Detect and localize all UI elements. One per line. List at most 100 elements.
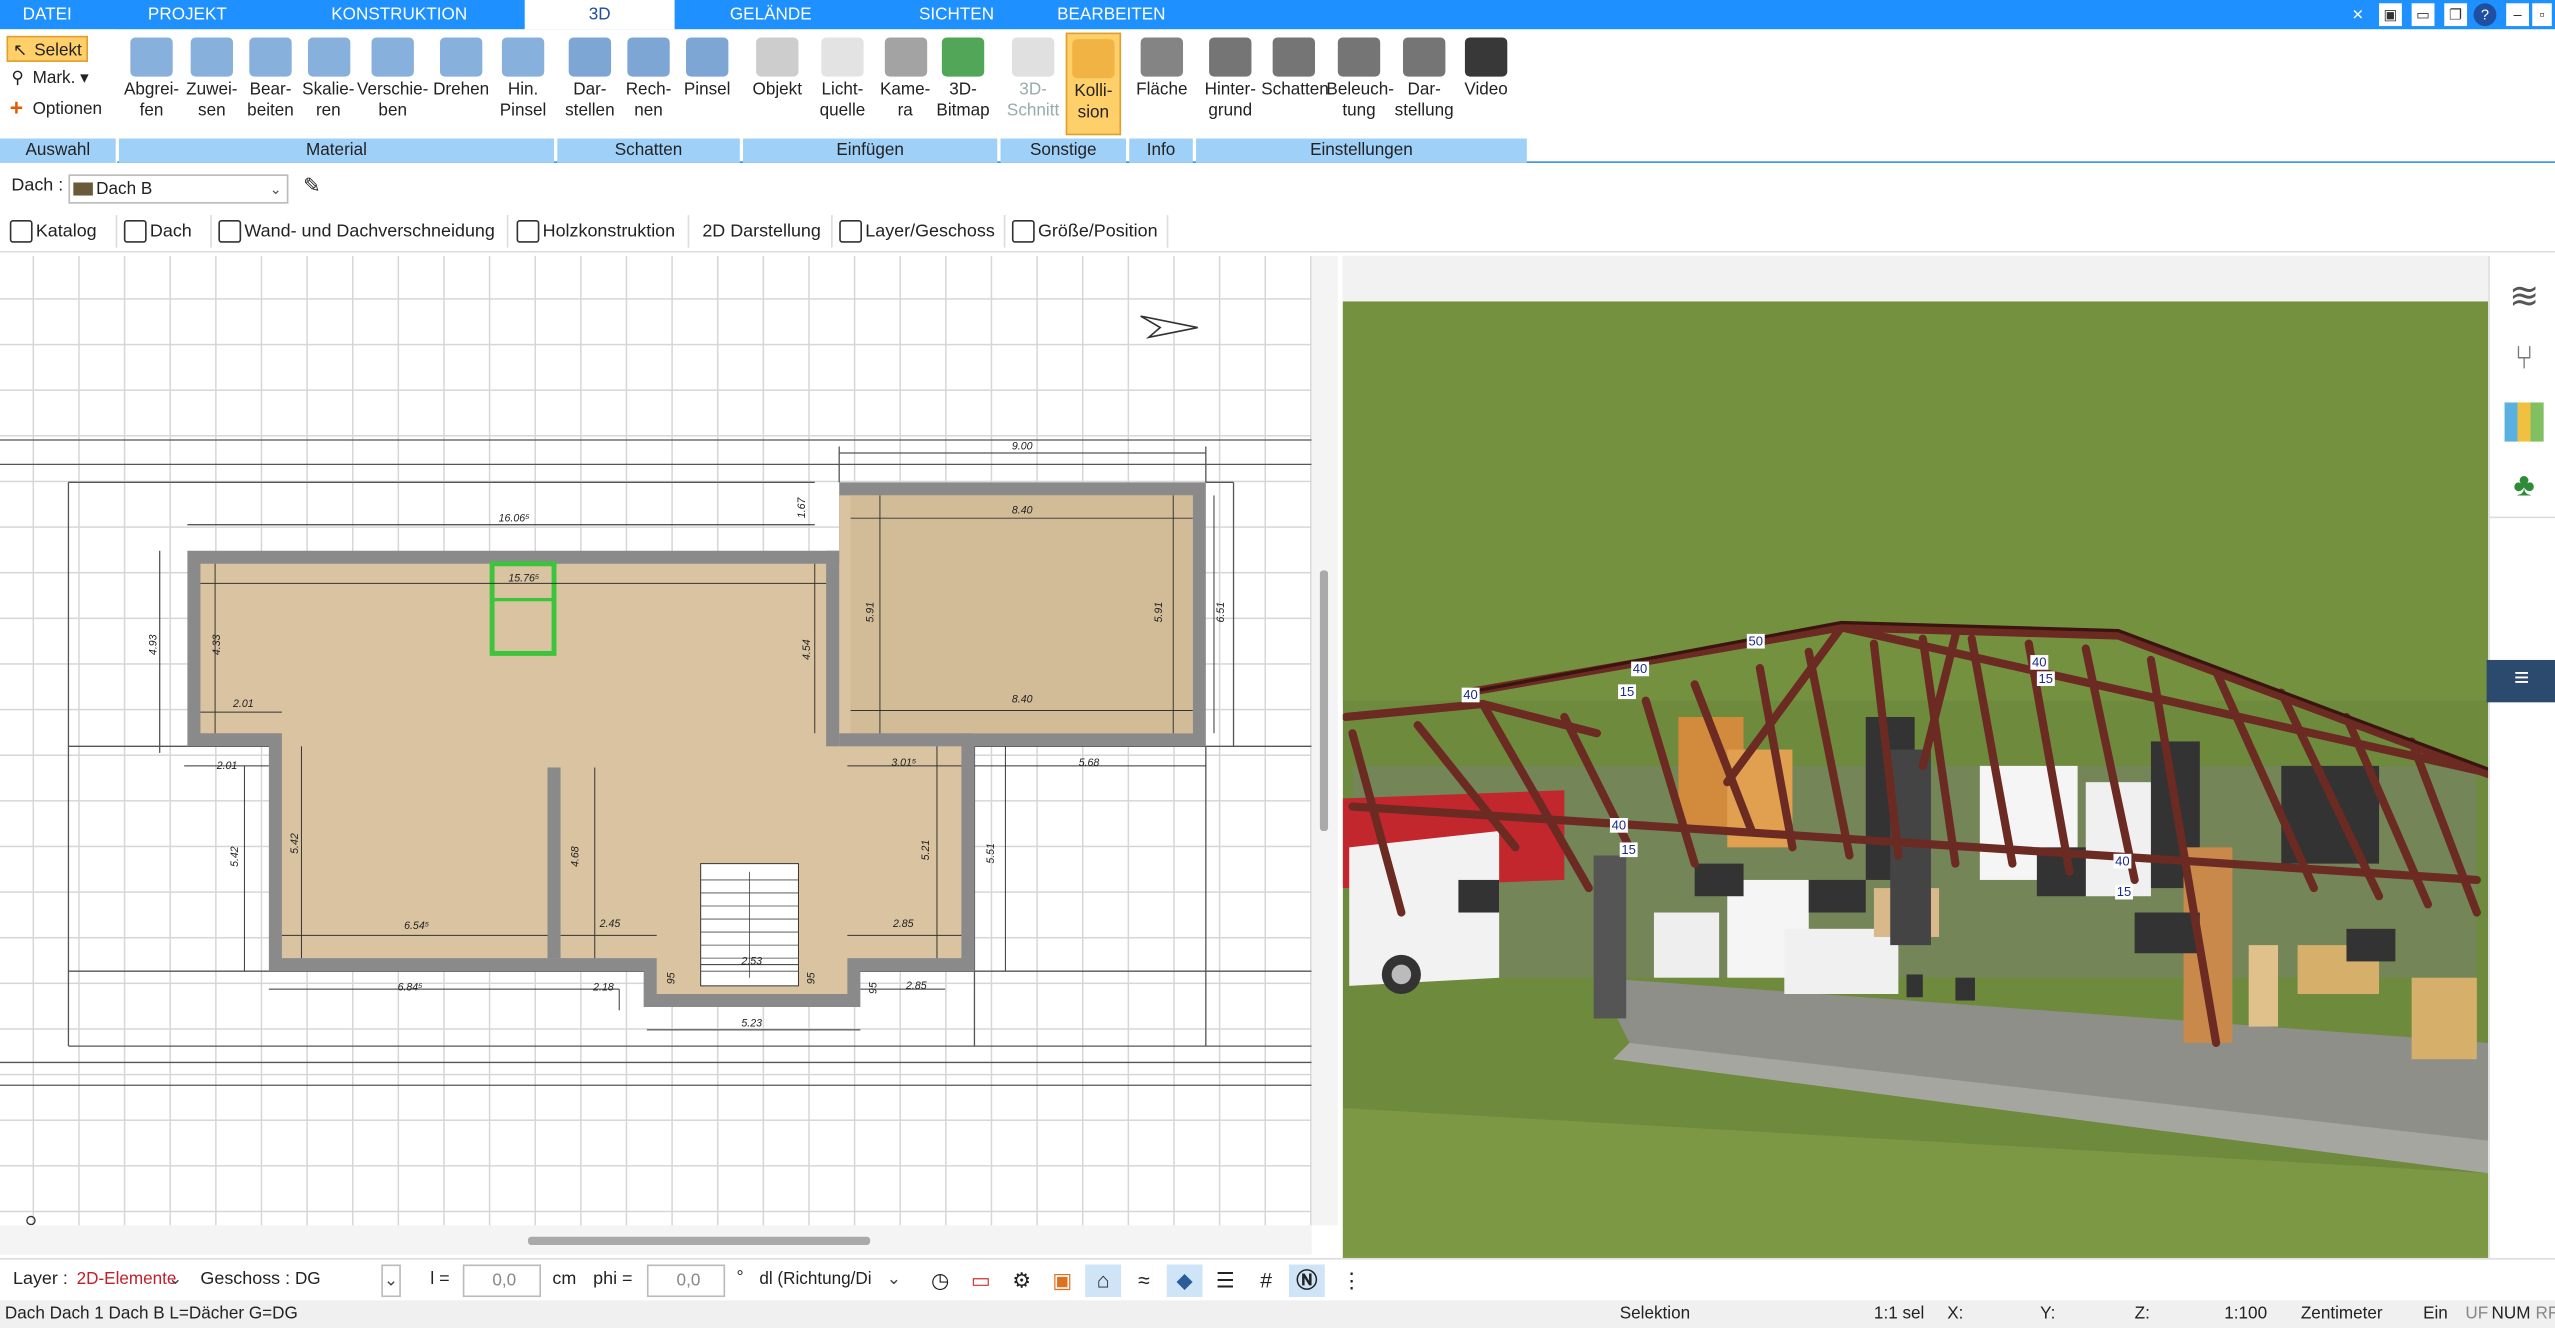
einstellungen-button-0[interactable]: Hinter- grund xyxy=(1199,33,1261,136)
3d-dimension-label: 15 xyxy=(1618,684,1636,700)
window-icon[interactable]: ▭ xyxy=(2411,3,2435,27)
monitor-icon[interactable]: ▭ xyxy=(963,1264,999,1297)
sonstige-button-1[interactable]: Kolli- sion xyxy=(1065,32,1122,136)
material-button-4[interactable]: Verschie- ben xyxy=(357,33,429,136)
material-6-icon xyxy=(501,37,545,77)
hscroll-thumb[interactable] xyxy=(527,1236,871,1245)
layer-view-icon[interactable]: ◆ xyxy=(1166,1264,1203,1298)
info-button-0[interactable]: Fläche xyxy=(1133,33,1192,136)
3d-scene-svg xyxy=(1342,255,2489,1258)
group-label-einfuegen: Einfügen xyxy=(743,138,998,163)
schatten-button-2[interactable]: Pinsel xyxy=(678,33,737,136)
einstellungen-button-3[interactable]: Dar- stellung xyxy=(1392,33,1457,136)
material-button-1[interactable]: Zuwei- sen xyxy=(183,33,242,136)
toolbar-katalog-button[interactable]: Katalog xyxy=(7,215,118,248)
material-button-0[interactable]: Abgrei- fen xyxy=(122,33,181,136)
tab-sichten[interactable]: SICHTEN xyxy=(888,0,1025,29)
plan-vertical-scrollbar[interactable] xyxy=(1311,255,1338,1226)
tab-bearbeiten[interactable]: BEARBEITEN xyxy=(1043,0,1180,29)
layer-select-value: 2D-Elemente xyxy=(76,1269,177,1289)
tab-projekt[interactable]: PROJEKT xyxy=(114,0,261,29)
material-label-2: Bear- beiten xyxy=(247,79,294,121)
l-input[interactable]: 0,0 xyxy=(462,1264,541,1298)
save-icon[interactable]: ▣ xyxy=(2379,3,2402,27)
material-label-1: Zuwei- sen xyxy=(186,79,238,121)
print-icon[interactable]: ▣ xyxy=(1045,1264,1081,1297)
pencil-icon[interactable]: ✎ xyxy=(303,173,321,199)
roof-view-icon[interactable]: ⌂ xyxy=(1085,1264,1122,1298)
restore-button[interactable]: ▫ xyxy=(2532,3,2552,27)
chevron-down-icon: ⌄ xyxy=(269,180,282,198)
einfuegen-button-1[interactable]: Licht- quelle xyxy=(811,33,873,136)
selekt-label: Selekt xyxy=(34,40,82,61)
wall-view-icon[interactable]: ≈ xyxy=(1126,1264,1162,1297)
sonstige-button-0[interactable]: 3D- Schnitt xyxy=(1004,33,1063,136)
einfuegen-label-2: Kame- ra xyxy=(879,79,931,121)
plan-horizontal-scrollbar[interactable] xyxy=(0,1225,1312,1255)
materials-icon[interactable] xyxy=(2504,402,2544,442)
material-0-icon xyxy=(130,37,173,77)
sonstige-label-0: 3D- Schnitt xyxy=(1006,79,1060,121)
status-x: X: xyxy=(1947,1303,1964,1324)
mark-button[interactable]: ⚲ Mark. ▾ xyxy=(7,65,89,91)
toolbar-dach-button[interactable]: Dach xyxy=(121,215,212,248)
toolbar-wand-dachverschneidung-button[interactable]: Wand- und Dachverschneidung xyxy=(215,215,509,248)
hatch-icon[interactable]: ☰ xyxy=(1207,1264,1243,1297)
geschoss-select-value: DG xyxy=(294,1269,321,1289)
hamburger-menu-icon[interactable]: ≡ xyxy=(2486,659,2555,703)
3d-dimension-label: 40 xyxy=(2030,655,2049,670)
group-info: Fläche Info xyxy=(1129,29,1194,163)
einfuegen-1-icon xyxy=(821,37,864,77)
copy-icon[interactable]: ❐ xyxy=(2444,3,2468,27)
3d-view[interactable]: 40 15 40 50 40 40 15 40 15 15 xyxy=(1342,255,2489,1258)
schatten-button-1[interactable]: Rech- nen xyxy=(619,33,678,136)
schatten-label-1: Rech- nen xyxy=(625,79,672,121)
chair-icon[interactable]: ⑂ xyxy=(2503,337,2545,379)
layers-icon[interactable]: ≋ xyxy=(2503,275,2545,317)
tools-icon[interactable]: ✕ xyxy=(2346,3,2369,26)
toolbar-holzkonstruktion-button[interactable]: Holzkonstruktion xyxy=(513,215,690,248)
einfuegen-button-3[interactable]: 3D- Bitmap xyxy=(934,33,993,136)
clock-icon[interactable]: ◷ xyxy=(922,1264,958,1297)
group-label-schatten: Schatten xyxy=(557,138,740,163)
material-button-3[interactable]: Skalie- ren xyxy=(300,33,357,136)
plus-icon: + xyxy=(9,94,24,121)
more-icon[interactable]: ⋮ xyxy=(1341,1264,1362,1297)
toolbar-layer-geschoss-button[interactable]: Layer/Geschoss xyxy=(836,215,1006,248)
einstellungen-button-1[interactable]: Schatten xyxy=(1261,33,1329,136)
einstellungen-button-2[interactable]: Beleuch- tung xyxy=(1326,33,1394,136)
schatten-2-icon xyxy=(686,37,729,77)
vscroll-thumb[interactable] xyxy=(1319,570,1329,832)
floor-plan-view[interactable]: 9.00 16.06⁵ 1.67 8.40 8.40 15.76⁵ 4.93 4… xyxy=(0,255,1312,1226)
material-button-5[interactable]: Drehen xyxy=(429,33,494,136)
geschoss-select[interactable]: DG ⌄ xyxy=(290,1264,405,1298)
north-icon[interactable]: Ⓝ xyxy=(1288,1264,1325,1298)
material-button-6[interactable]: Hin. Pinsel xyxy=(494,33,553,136)
optionen-button[interactable]: + Optionen xyxy=(7,94,102,122)
material-button-2[interactable]: Bear- beiten xyxy=(241,33,300,136)
tab-datei[interactable]: DATEI xyxy=(0,0,95,29)
einfuegen-button-0[interactable]: Objekt xyxy=(746,33,808,136)
toolbar-2d-darstellung-button[interactable]: 2D Darstellung xyxy=(693,215,833,248)
katalog-label: Katalog xyxy=(35,221,97,242)
dach-select[interactable]: Dach B ⌄ xyxy=(68,174,289,204)
phi-input[interactable]: 0,0 xyxy=(646,1264,726,1298)
minimize-button[interactable]: – xyxy=(2506,3,2529,27)
tab-gelaende[interactable]: GELÄNDE xyxy=(697,0,844,29)
tab-konstruktion[interactable]: KONSTRUKTION xyxy=(310,0,489,29)
toolbar-groesse-position-button[interactable]: Größe/Position xyxy=(1009,215,1169,248)
layer-select[interactable]: 2D-Elemente ⌄ xyxy=(71,1264,186,1298)
einfuegen-button-2[interactable]: Kame- ra xyxy=(877,33,934,136)
camera-icon[interactable]: ⚙ xyxy=(1004,1264,1040,1297)
einstellungen-label-2: Beleuch- tung xyxy=(1326,79,1394,121)
selekt-button[interactable]: ↖ Selekt xyxy=(6,35,88,62)
tab-3d[interactable]: 3D xyxy=(524,0,675,30)
schatten-button-0[interactable]: Dar- stellen xyxy=(561,33,620,136)
group-label-info: Info xyxy=(1129,138,1193,163)
group-schatten: Dar- stellen Rech- nen Pinsel Schatten xyxy=(557,29,741,163)
einstellungen-button-4[interactable]: Video xyxy=(1457,33,1516,136)
tree-icon[interactable]: ♣ xyxy=(2503,464,2545,506)
dim-245: 2.45 xyxy=(599,918,621,930)
dl-select[interactable]: dl (Richtung/Di ⌄ xyxy=(754,1264,905,1298)
grid-icon[interactable]: # xyxy=(1248,1264,1284,1297)
